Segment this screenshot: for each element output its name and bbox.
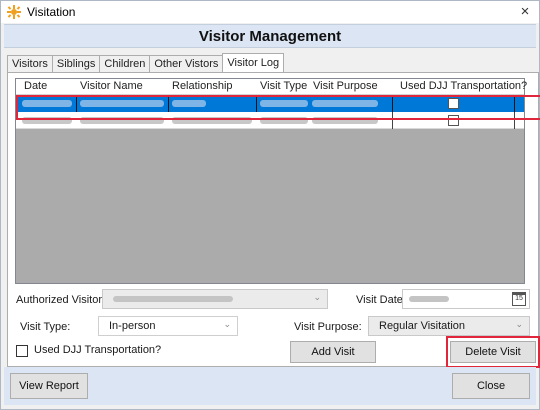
- visit-type-label: Visit Type:: [20, 321, 71, 333]
- visit-purpose-label: Visit Purpose:: [294, 321, 362, 333]
- chevron-down-icon: ⌄: [223, 319, 231, 329]
- close-button[interactable]: Close: [452, 373, 530, 399]
- chevron-down-icon: ⌄: [515, 319, 523, 329]
- redacted-date-value: [409, 296, 449, 302]
- page-title: Visitor Management: [198, 28, 342, 45]
- close-icon[interactable]: ×: [515, 2, 535, 22]
- footer-band: View Report Close: [4, 367, 536, 405]
- column-header-relationship[interactable]: Relationship: [172, 80, 233, 92]
- column-header-visit-purpose[interactable]: Visit Purpose: [313, 80, 378, 92]
- app-icon: [7, 5, 21, 19]
- visit-type-value: In-person: [109, 320, 156, 332]
- title-bar: Visitation ×: [1, 1, 539, 23]
- tab-other-visitors[interactable]: Other Vistors: [149, 55, 223, 73]
- tab-visitor-log[interactable]: Visitor Log: [222, 53, 285, 73]
- delete-visit-highlight: [446, 336, 540, 368]
- column-header-visit-type[interactable]: Visit Type: [260, 80, 307, 92]
- window-title: Visitation: [27, 5, 76, 19]
- visitor-log-grid[interactable]: Date Visitor Name Relationship Visit Typ…: [15, 78, 540, 284]
- used-djj-transportation-label: Used DJJ Transportation?: [34, 344, 162, 356]
- header-band: Visitor Management: [4, 24, 536, 48]
- view-report-button[interactable]: View Report: [10, 373, 88, 399]
- tab-siblings[interactable]: Siblings: [51, 55, 100, 73]
- tab-visitors[interactable]: Visitors: [7, 55, 52, 73]
- redacted-visitor-value: [113, 296, 233, 302]
- authorized-visitor-label: Authorized Visitor:: [16, 294, 106, 306]
- used-djj-transportation-checkbox[interactable]: [16, 345, 28, 357]
- column-header-date[interactable]: Date: [24, 80, 47, 92]
- column-header-visitor-name[interactable]: Visitor Name: [80, 80, 143, 92]
- tab-children[interactable]: Children: [99, 55, 150, 73]
- tab-strip: Visitors Siblings Children Other Vistors…: [7, 53, 285, 73]
- visit-purpose-value: Regular Visitation: [379, 320, 466, 332]
- grid-header: Date Visitor Name Relationship Visit Typ…: [16, 79, 527, 95]
- calendar-icon[interactable]: 15: [512, 292, 526, 306]
- visit-date-label: Visit Date:: [356, 294, 406, 306]
- visit-date-picker[interactable]: 15: [402, 289, 530, 309]
- authorized-visitor-select[interactable]: ⌄: [102, 289, 328, 309]
- visit-purpose-select[interactable]: Regular Visitation ⌄: [368, 316, 530, 336]
- visitor-log-panel: Date Visitor Name Relationship Visit Typ…: [7, 72, 540, 368]
- add-visit-button[interactable]: Add Visit: [290, 341, 376, 363]
- visit-type-select[interactable]: In-person ⌄: [98, 316, 238, 336]
- visitation-window: Visitation × Visitor Management Visitors…: [0, 0, 540, 410]
- column-header-used-djj-transportation[interactable]: Used DJJ Transportation?: [400, 80, 527, 92]
- selected-row-highlight: [16, 95, 540, 120]
- chevron-down-icon: ⌄: [313, 292, 321, 302]
